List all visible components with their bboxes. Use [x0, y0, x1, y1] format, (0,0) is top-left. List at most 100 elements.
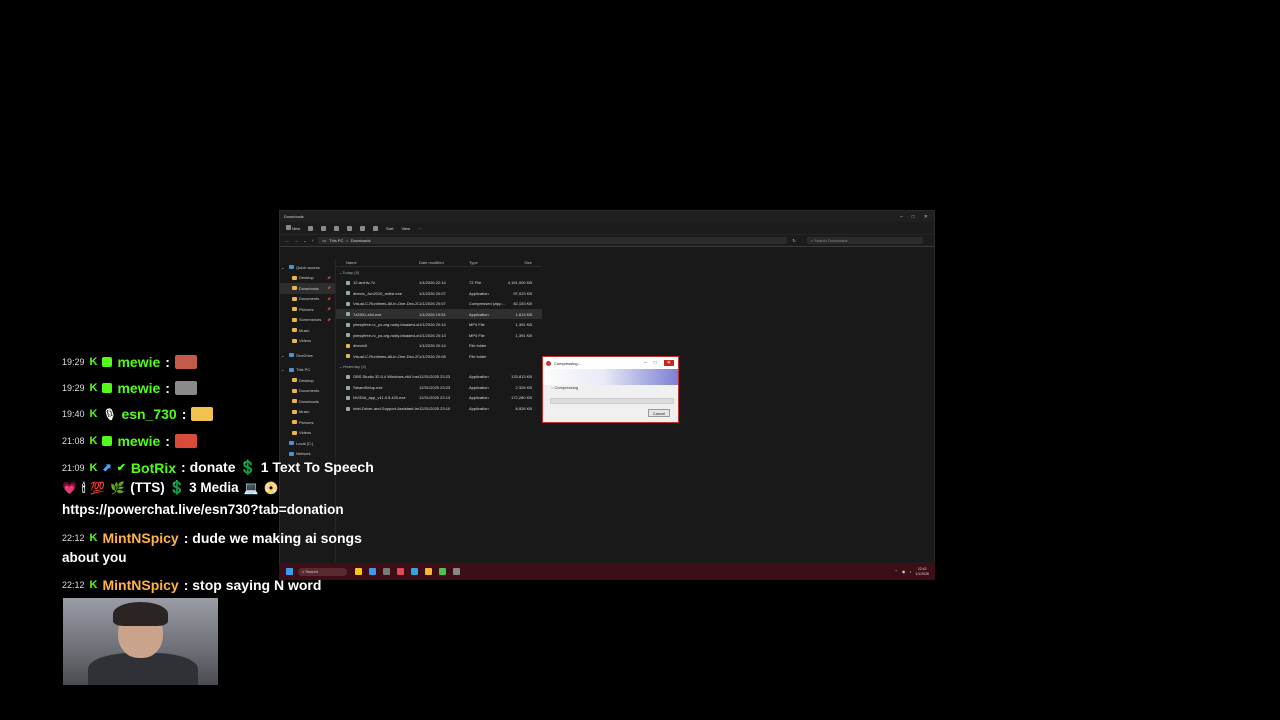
dialog-titlebar[interactable]: Compressing... – □ ✕ — [543, 357, 678, 369]
search-input[interactable]: ⌕ Search Downloads — [806, 237, 923, 244]
chevron-up-icon[interactable]: ⌃ — [895, 569, 898, 574]
file-row[interactable]: Visual-C-Runtimes-All-in-One-Dec-2025 1/1… — [336, 351, 542, 362]
breadcrumb-downloads[interactable]: Downloads — [351, 238, 371, 243]
more-button[interactable]: ··· — [418, 226, 422, 231]
forward-arrow-icon[interactable]: → — [294, 238, 298, 243]
rename-icon[interactable] — [347, 225, 353, 231]
chat-username[interactable]: MintNSpicy — [102, 530, 178, 546]
group-label: Yesterday (4) — [342, 363, 367, 369]
explorer-titlebar[interactable]: Downloads – □ ✕ — [280, 211, 934, 222]
nav-item[interactable]: Network — [280, 449, 335, 460]
file-row[interactable]: SteamSetup.exe 12/31/2025 23:23 Applicatio… — [336, 382, 542, 393]
nav-item[interactable]: Local (C:) — [280, 438, 335, 449]
new-button[interactable]: New — [286, 225, 300, 231]
file-row[interactable]: yimsyifree-rc_yo-org-rusty-bloaded-offic… — [336, 319, 542, 330]
folder-icon — [292, 338, 297, 343]
nav-item[interactable]: Pictures 📌 — [280, 304, 335, 315]
kick-badge-icon: K — [89, 356, 98, 368]
file-row[interactable]: Intel-Driver-and-Support-Assistant-Insta… — [336, 403, 542, 414]
copy-icon[interactable] — [321, 225, 327, 231]
chat-username[interactable]: esn_730 — [121, 406, 176, 422]
chat-username[interactable]: mewie — [117, 354, 160, 370]
chat-username[interactable]: BotRix — [131, 460, 176, 476]
donation-link[interactable]: https://powerchat.live/esn730?tab=donati… — [62, 502, 344, 517]
file-row[interactable]: directx_Jun2010_redist.exe 1/1/2026 20:07… — [336, 288, 542, 299]
chevron-down-icon[interactable]: ⌄ — [303, 238, 306, 243]
taskbar-app-icon[interactable] — [383, 568, 390, 575]
file-name: SteamSetup.exe — [353, 384, 383, 390]
column-name[interactable]: Name — [336, 260, 419, 265]
file-row[interactable]: yimsyifree-rc_yo-org-rusty-bloaded-offic… — [336, 330, 542, 341]
view-button[interactable]: View — [401, 226, 410, 231]
taskbar-app-icon[interactable] — [453, 568, 460, 575]
group-header[interactable]: ⌄ Today (8) — [336, 267, 934, 277]
chat-username[interactable]: mewie — [117, 433, 160, 449]
nav-item[interactable]: Screenshots 📌 — [280, 315, 335, 326]
taskbar-search[interactable]: ⌕ Search — [298, 567, 347, 576]
share-icon[interactable] — [360, 225, 366, 231]
close-button[interactable]: ✕ — [924, 214, 928, 220]
nav-item[interactable]: ⌄ Quick access — [280, 262, 335, 273]
nav-item-label: Desktop — [299, 275, 314, 281]
nav-item[interactable]: Desktop — [280, 375, 335, 386]
file-row[interactable]: OBS Studio 32.0.4 Windows-x64 Installe..… — [336, 372, 542, 383]
column-size[interactable]: Size — [507, 260, 532, 265]
taskbar-app-icon[interactable] — [411, 568, 418, 575]
nav-item[interactable]: Desktop 📌 — [280, 273, 335, 284]
taskbar-app-icon[interactable] — [355, 568, 362, 575]
nav-item[interactable]: Documents — [280, 386, 335, 397]
paste-icon[interactable] — [334, 225, 340, 231]
file-date: 1/1/2026 20:07 — [419, 290, 446, 296]
chat-username[interactable]: mewie — [117, 380, 160, 396]
expand-chevron-icon[interactable]: ⌄ — [281, 353, 287, 358]
nav-item[interactable]: Downloads 📌 — [280, 283, 335, 294]
dialog-minimize-button[interactable]: – — [644, 360, 647, 366]
nav-item[interactable]: Music — [280, 325, 335, 336]
expand-chevron-icon[interactable]: ⌄ — [281, 265, 287, 270]
chat-username[interactable]: MintNSpicy — [102, 577, 178, 593]
botrix-text-line2: (TTS) 💲 3 Media — [130, 480, 239, 495]
taskbar-app-icon[interactable] — [425, 568, 432, 575]
delete-icon[interactable] — [373, 225, 379, 231]
nav-item[interactable]: Pictures — [280, 417, 335, 428]
nav-item[interactable]: Music — [280, 407, 335, 418]
cancel-button[interactable]: Cancel — [648, 409, 670, 417]
nav-item[interactable]: Videos — [280, 428, 335, 439]
cut-icon[interactable] — [308, 225, 314, 231]
column-date[interactable]: Date modified — [419, 260, 469, 265]
chat-continuation: 💗 🕯 💯 🌿 (TTS) 💲 3 Media 💻 📀 — [62, 480, 279, 496]
taskbar-app-icon[interactable] — [369, 568, 376, 575]
file-row[interactable]: Visual-C-Runtimes-All-in-One-Dec-2025...… — [336, 298, 542, 309]
breadcrumb-separator: › — [346, 238, 348, 243]
file-row[interactable]: 12-archiv-7z 1/1/2026 22:14 7Z File 4,191,0… — [336, 277, 542, 288]
nav-item[interactable]: Downloads — [280, 396, 335, 407]
column-type[interactable]: Type — [469, 260, 507, 265]
nav-item[interactable]: ⌄ OneDrive — [280, 350, 335, 361]
network-icon[interactable]: ◉ — [902, 569, 906, 574]
file-name: NVIDIA_app_v11.0.5.420.exe — [353, 395, 406, 401]
address-bar[interactable]: ▭ This PC › Downloads — [318, 237, 788, 244]
dialog-close-button[interactable]: ✕ — [663, 360, 674, 366]
chat-continuation-link[interactable]: https://powerchat.live/esn730?tab=donati… — [62, 502, 344, 517]
minimize-button[interactable]: – — [900, 214, 903, 220]
sort-button[interactable]: Sort — [386, 226, 393, 231]
breadcrumb-this-pc[interactable]: This PC — [329, 238, 343, 243]
file-row[interactable]: directx5 1/1/2026 20:14 File folder — [336, 340, 542, 351]
taskbar-app-icon[interactable] — [397, 568, 404, 575]
maximize-button[interactable]: □ — [912, 214, 915, 220]
file-row[interactable]: NVIDIA_app_v11.0.5.420.exe 12/31/2025 23:… — [336, 393, 542, 404]
dialog-maximize-button[interactable]: □ — [654, 360, 657, 366]
start-button[interactable] — [286, 568, 293, 575]
nav-item[interactable]: Documents 📌 — [280, 294, 335, 305]
heart-emote-icon: 💗 — [62, 481, 77, 495]
refresh-icon[interactable]: ↻ — [792, 238, 795, 243]
nav-item[interactable]: Videos — [280, 336, 335, 347]
file-row[interactable]: 7z2501-x64.exe 1/1/2026 19:51 Application 1… — [336, 308, 542, 320]
expand-chevron-icon[interactable]: ⌄ — [281, 367, 287, 372]
volume-icon[interactable]: ♪ — [909, 569, 911, 574]
taskbar-app-icon[interactable] — [439, 568, 446, 575]
clock[interactable]: 22:42 1/1/2026 — [915, 567, 929, 577]
back-arrow-icon[interactable]: ← — [285, 238, 289, 243]
up-arrow-icon[interactable]: ↑ — [311, 238, 313, 243]
nav-item[interactable]: ⌄ This PC — [280, 365, 335, 376]
